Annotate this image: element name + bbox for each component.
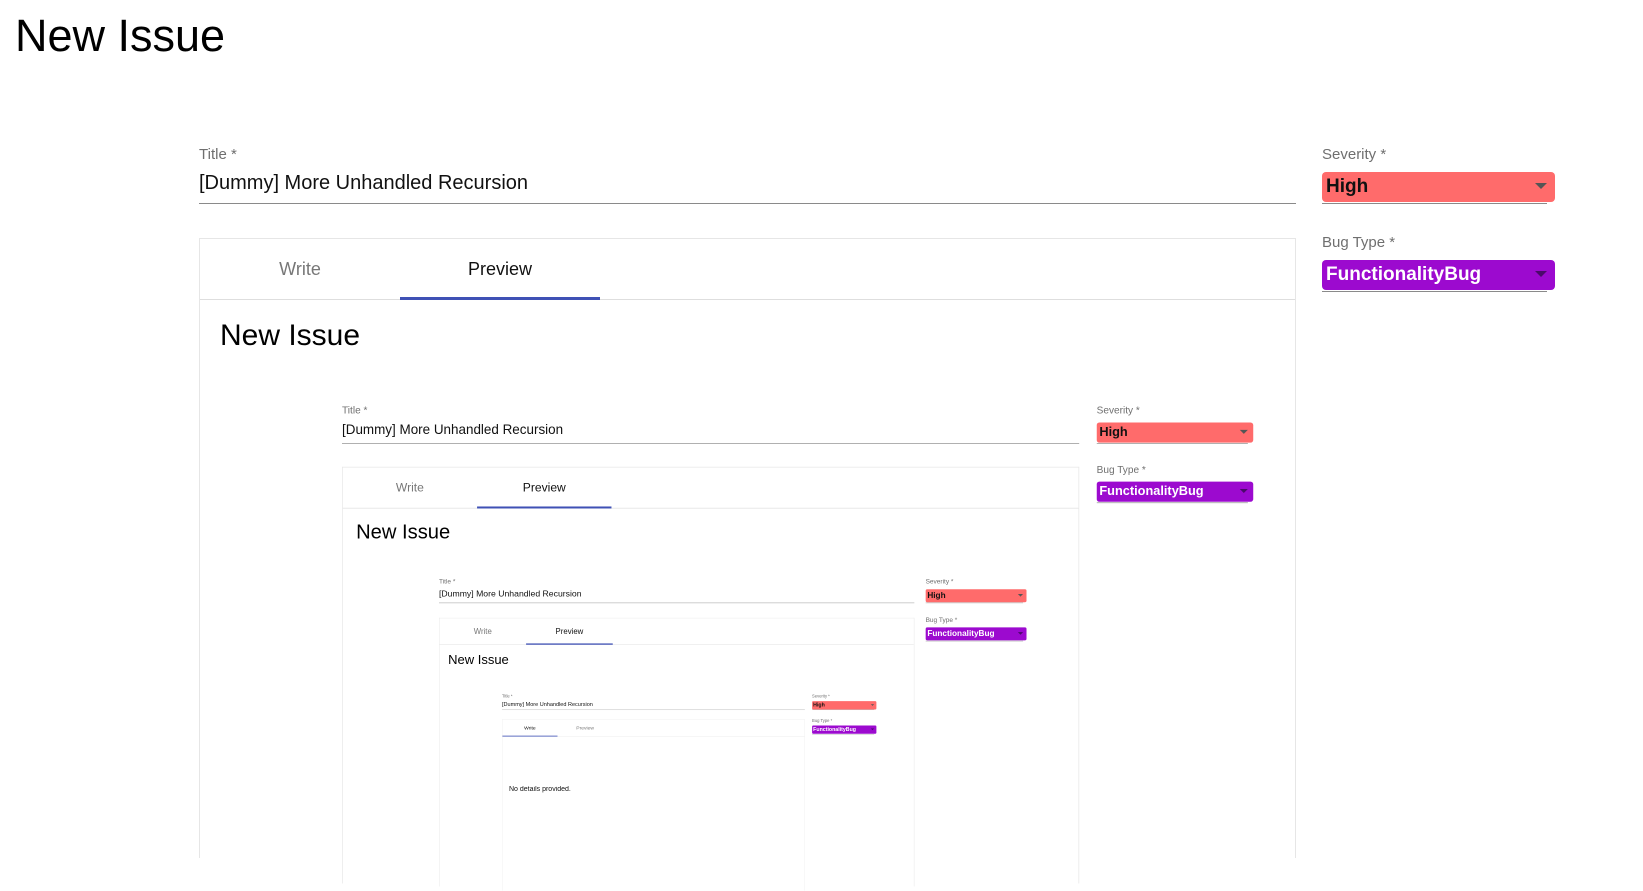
l4-tab-write: Write: [524, 725, 536, 731]
l4-severity-value: High: [813, 702, 825, 709]
bug-type-value: FunctionalityBug: [1326, 264, 1482, 285]
l4-severity-select: High: [812, 701, 877, 710]
l4-description-editor: Write Preview: [502, 719, 805, 891]
chevron-down-icon: [870, 704, 875, 706]
l4-severity-field: Severity * High: [812, 694, 877, 711]
preview-bug-type-label: Bug Type *: [1096, 464, 1146, 476]
l3-severity-label: Severity *: [925, 578, 954, 586]
title-input[interactable]: [Dummy] More Unhandled Recursion: [199, 171, 528, 195]
l3-bug-type-value: FunctionalityBug: [927, 629, 995, 639]
bug-type-field: Bug Type * FunctionalityBug: [1322, 234, 1555, 292]
l4-title-label: Title *: [502, 694, 513, 699]
no-details-text: No details provided.: [509, 786, 571, 793]
l3-bug-type-label: Bug Type *: [925, 616, 958, 624]
l3-severity-select: High: [925, 589, 1027, 603]
chevron-down-icon: [1535, 271, 1547, 277]
severity-select[interactable]: High: [1322, 172, 1555, 202]
preview-bug-type-value: FunctionalityBug: [1099, 484, 1204, 499]
l4-bug-type-field: Bug Type * FunctionalityBug: [812, 718, 877, 735]
l4-title-value: [Dummy] More Unhandled Recursion: [502, 701, 593, 708]
bug-type-select[interactable]: FunctionalityBug: [1322, 260, 1555, 290]
page-title: New Issue: [15, 10, 226, 61]
l3-title-value: [Dummy] More Unhandled Recursion: [439, 589, 582, 599]
title-field[interactable]: Title * [Dummy] More Unhandled Recursion: [199, 146, 1296, 204]
l4-severity-label: Severity *: [812, 694, 830, 699]
title-label: Title *: [199, 146, 237, 163]
preview-heading: New Issue: [220, 319, 361, 352]
l3-editor-tabs: Write Preview: [439, 618, 914, 645]
bug-type-label: Bug Type *: [1322, 234, 1396, 251]
preview-bug-type-field: Bug Type * FunctionalityBug: [1096, 464, 1254, 504]
preview-title-label: Title *: [342, 405, 368, 417]
severity-value: High: [1326, 176, 1369, 197]
l3-bug-type-select: FunctionalityBug: [925, 627, 1027, 641]
preview-bug-type-select: FunctionalityBug: [1096, 481, 1254, 502]
preview-tab-preview: Preview: [522, 480, 566, 495]
severity-label: Severity *: [1322, 146, 1387, 163]
preview-title-value: [Dummy] More Unhandled Recursion: [342, 422, 564, 438]
chevron-down-icon: [1239, 489, 1248, 494]
l3-tab-write: Write: [473, 626, 492, 636]
l3-bug-type-field: Bug Type * FunctionalityBug: [925, 616, 1027, 642]
editor-tabs: Write Preview: [200, 239, 1295, 300]
chevron-down-icon: [1239, 429, 1248, 434]
l4-bug-type-select: FunctionalityBug: [812, 725, 877, 734]
preview-severity-value: High: [1099, 425, 1128, 440]
l3-severity-value: High: [927, 590, 946, 601]
severity-field: Severity * High: [1322, 146, 1555, 204]
preview-severity-label: Severity *: [1096, 405, 1140, 417]
l4-tab-preview: Preview: [576, 725, 594, 731]
l3-preview-heading: New Issue: [448, 652, 509, 668]
l4-active-tab-indicator: [502, 735, 558, 737]
l4-bug-type-label: Bug Type *: [812, 718, 833, 723]
chevron-down-icon: [1017, 632, 1024, 635]
l4-bug-type-value: FunctionalityBug: [813, 726, 857, 733]
preview-title-field: Title * [Dummy] More Unhandled Recursion: [342, 405, 1080, 444]
l4-title-field: Title * [Dummy] More Unhandled Recursion: [502, 694, 805, 711]
chevron-down-icon: [1535, 183, 1547, 189]
preview-heading-nested: New Issue: [356, 521, 451, 544]
l3-tab-preview: Preview: [555, 626, 584, 636]
l4-editor-tabs: Write Preview: [502, 720, 805, 737]
preview-severity-select: High: [1096, 422, 1254, 443]
chevron-down-icon: [870, 728, 875, 731]
preview-editor-tabs: Write Preview: [342, 467, 1079, 509]
chevron-down-icon: [1017, 594, 1024, 597]
tab-preview[interactable]: Preview: [400, 239, 600, 299]
preview-tab-write: Write: [395, 480, 424, 495]
l3-title-label: Title *: [439, 578, 456, 586]
tab-write[interactable]: Write: [200, 239, 400, 299]
preview-severity-field: Severity * High: [1096, 405, 1254, 444]
l3-title-field: Title * [Dummy] More Unhandled Recursion: [439, 578, 915, 604]
l3-severity-field: Severity * High: [925, 578, 1027, 604]
